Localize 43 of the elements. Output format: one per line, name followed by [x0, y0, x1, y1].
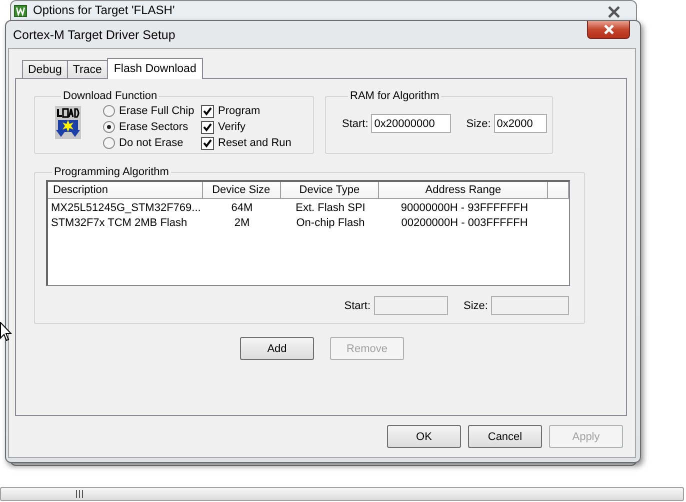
radio-option[interactable]: Do not Erase: [103, 136, 201, 150]
close-button[interactable]: [587, 21, 630, 39]
checkbox-option[interactable]: Reset and Run: [201, 136, 292, 150]
column-header[interactable]: Device Size: [202, 182, 281, 199]
radio-option[interactable]: Erase Sectors: [103, 120, 201, 134]
dialog-title: Cortex-M Target Driver Setup: [13, 28, 176, 42]
input-field[interactable]: 0x20000000: [371, 114, 452, 133]
cancel-button[interactable]: Cancel: [468, 425, 542, 448]
radio-option[interactable]: Erase Full Chip: [103, 104, 201, 118]
load-icon: [55, 106, 81, 139]
field-label: Start:: [344, 300, 371, 312]
field-label: Size:: [466, 118, 491, 130]
table-cell-text: 64M: [230, 201, 254, 216]
checkbox-option[interactable]: Verify: [201, 120, 292, 134]
scroll-bar[interactable]: [0, 487, 684, 501]
tab[interactable]: Debug: [22, 60, 68, 78]
cursor-icon: [0, 322, 12, 342]
field-label: Size:: [464, 300, 488, 312]
group-title: Programming Algorithm: [53, 166, 170, 178]
table-cell-text: 00200000H - 003FFFFFH: [400, 216, 529, 231]
app-icon: [14, 4, 27, 16]
add-button[interactable]: Add: [240, 337, 314, 360]
input-field[interactable]: 0x2000: [494, 114, 547, 133]
group-title: RAM for Algorithm: [349, 90, 440, 102]
table-cell-text: On-chip Flash: [295, 216, 366, 231]
column-header: [548, 182, 569, 199]
table-cell-text: STM32F7x TCM 2MB Flash: [50, 216, 188, 231]
column-header[interactable]: Address Range: [379, 182, 548, 199]
tab[interactable]: Trace: [66, 60, 108, 78]
column-header[interactable]: Description: [48, 182, 203, 199]
table-cell-text: 2M: [233, 216, 251, 231]
ok-button[interactable]: OK: [387, 425, 461, 448]
window-title: Options for Target 'FLASH': [33, 4, 175, 17]
checkbox-option[interactable]: Program: [201, 104, 292, 118]
table-cell-text: Ext. Flash SPI: [294, 201, 366, 216]
table-cell-text: 90000000H - 93FFFFFFH: [400, 201, 530, 216]
field-label: Start:: [342, 118, 368, 130]
table-cell-text: MX25L51245G_STM32F769...: [50, 201, 202, 216]
column-header[interactable]: Device Type: [280, 182, 380, 199]
tab[interactable]: Flash Download: [106, 58, 204, 79]
grip-icon: [75, 490, 84, 498]
close-icon: [602, 24, 616, 35]
group-title: Download Function: [62, 90, 158, 102]
